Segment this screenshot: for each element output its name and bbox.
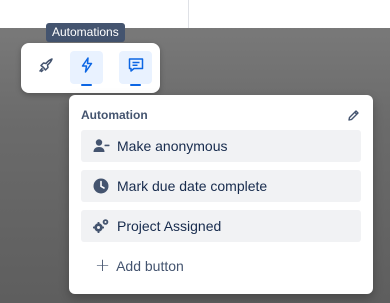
active-indicator — [130, 84, 141, 86]
card-toolbar — [21, 43, 160, 93]
pencil-icon[interactable] — [345, 107, 361, 123]
automations-tooltip: Automations — [46, 23, 125, 42]
add-button[interactable]: + Add button — [81, 253, 201, 279]
user-minus-icon — [92, 137, 110, 155]
rocket-button[interactable] — [29, 51, 62, 84]
clock-icon — [92, 177, 110, 195]
action-label: Mark due date complete — [117, 178, 268, 194]
active-indicator — [81, 84, 92, 86]
gears-icon — [92, 217, 110, 235]
action-label: Project Assigned — [117, 218, 222, 234]
panel-title: Automation — [81, 108, 148, 122]
rocket-icon — [37, 56, 55, 79]
make-anonymous-button[interactable]: Make anonymous — [81, 130, 361, 162]
action-label: Make anonymous — [117, 138, 228, 154]
project-assigned-button[interactable]: Project Assigned — [81, 210, 361, 242]
top-divider — [188, 0, 189, 28]
add-button-label: Add button — [116, 258, 184, 274]
comment-button[interactable] — [119, 51, 152, 86]
comment-icon — [127, 56, 145, 79]
lightning-icon — [78, 56, 96, 79]
automations-button[interactable] — [70, 51, 103, 86]
mark-due-date-complete-button[interactable]: Mark due date complete — [81, 170, 361, 202]
automation-panel: Automation Make anonymous Mark due date … — [69, 95, 373, 294]
plus-icon: + — [95, 255, 111, 276]
